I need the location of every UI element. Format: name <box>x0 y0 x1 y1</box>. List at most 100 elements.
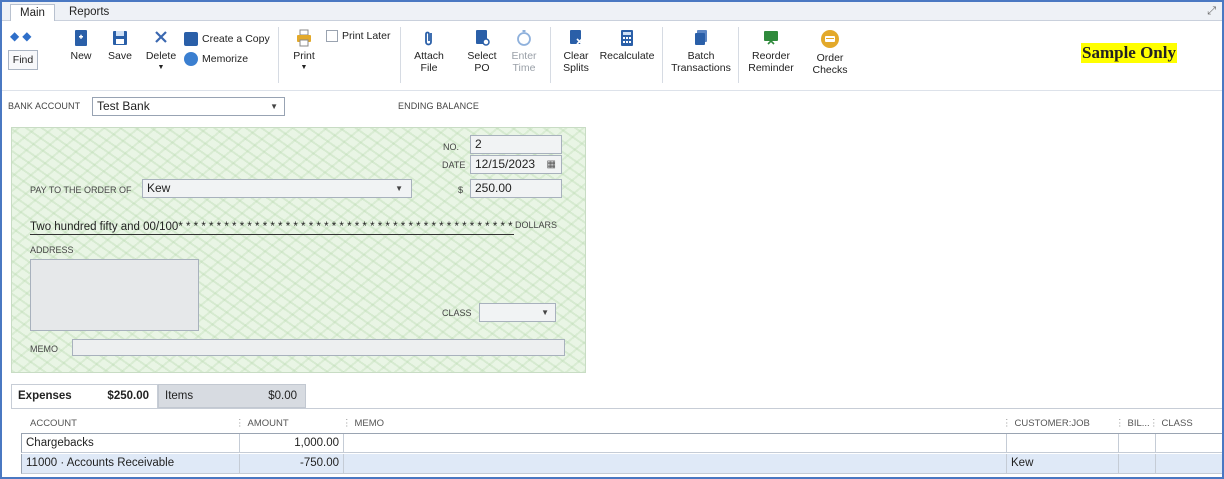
table-row[interactable]: Chargebacks 1,000.00 <box>21 433 1222 453</box>
new-document-icon <box>75 30 87 46</box>
tab-items[interactable]: Items $0.00 <box>158 384 306 408</box>
billable-cell[interactable] <box>1119 434 1156 453</box>
table-row[interactable]: 11000 · Accounts Receivable -750.00 Kew <box>21 454 1222 474</box>
amount-field[interactable]: 250.00 <box>470 179 562 198</box>
purchase-order-icon <box>476 30 490 46</box>
memorize-label: Memorize <box>202 53 249 65</box>
column-resize-handle-icon[interactable]: ⋮ <box>1115 418 1125 429</box>
enter-time-label-1: Enter <box>511 50 537 62</box>
clear-splits-button[interactable]: Clear Splits <box>560 29 592 74</box>
chevron-down-icon[interactable]: ▼ <box>270 98 278 115</box>
column-resize-handle-icon[interactable]: ⋮ <box>1002 418 1012 429</box>
customer-job-cell[interactable]: Kew <box>1007 454 1119 473</box>
reorder-checks-icon <box>764 31 778 45</box>
column-resize-handle-icon[interactable]: ⋮ <box>235 418 245 429</box>
select-po-button[interactable]: Select PO <box>466 29 498 74</box>
check-number-field[interactable]: 2 <box>470 135 562 154</box>
delete-dropdown-icon[interactable]: ▼ <box>144 62 178 74</box>
checkbox-icon[interactable] <box>326 30 338 42</box>
recalculate-label: Recalculate <box>599 50 655 62</box>
column-header-account[interactable]: ACCOUNT <box>30 418 77 429</box>
ending-balance-label: ENDING BALANCE <box>398 101 479 111</box>
expenses-grid: ACCOUNT ⋮ AMOUNT ⋮ MEMO ⋮ CUSTOMER:JOB ⋮ BIL… <box>11 408 1222 479</box>
calendar-icon[interactable]: ▦ <box>547 156 556 173</box>
tab-main[interactable]: Main <box>10 4 55 21</box>
recalculate-button[interactable]: Recalculate <box>598 29 656 62</box>
memorize-button[interactable]: Memorize <box>184 52 248 66</box>
column-resize-handle-icon[interactable]: ⋮ <box>342 418 352 429</box>
clear-splits-label-2: Splits <box>563 62 589 74</box>
create-copy-button[interactable]: Create a Copy <box>184 32 270 46</box>
date-field[interactable]: 12/15/2023 ▦ <box>470 155 562 174</box>
delete-button[interactable]: Delete ▼ <box>144 29 178 74</box>
save-button[interactable]: Save <box>106 29 134 62</box>
print-later-checkbox[interactable]: Print Later <box>326 30 390 42</box>
column-header-memo[interactable]: ⋮ MEMO <box>342 418 384 429</box>
new-button[interactable]: New <box>68 29 94 62</box>
enter-time-button[interactable]: Enter Time <box>508 29 540 74</box>
reorder-label-1: Reorder <box>752 50 790 62</box>
reorder-reminder-button[interactable]: Reorder Reminder <box>746 29 796 74</box>
column-header-billable[interactable]: ⋮ BIL... <box>1115 418 1150 429</box>
dollars-label: DOLLARS <box>515 220 558 230</box>
calculator-icon <box>621 30 633 46</box>
ribbon-tabs: Main Reports ⤢ <box>2 2 1222 21</box>
toolbar-separator <box>278 27 279 83</box>
find-button[interactable]: Find <box>8 50 38 70</box>
attach-file-button[interactable]: Attach File <box>412 29 446 74</box>
batch-label-2: Transactions <box>671 62 731 74</box>
column-header-amount[interactable]: ⋮ AMOUNT <box>235 418 289 429</box>
account-cell[interactable]: 11000 · Accounts Receivable <box>22 454 240 473</box>
class-cell[interactable] <box>1156 434 1223 453</box>
dollar-sign: $ <box>458 185 464 195</box>
print-button[interactable]: Print ▼ <box>290 29 318 74</box>
create-copy-label: Create a Copy <box>202 33 270 45</box>
chevron-down-icon[interactable]: ▼ <box>395 180 403 197</box>
memo-cell[interactable] <box>344 454 1007 473</box>
customer-job-cell[interactable] <box>1007 434 1119 453</box>
memo-cell[interactable] <box>344 434 1007 453</box>
payee-value: Kew <box>147 181 171 195</box>
toolbar-separator <box>662 27 663 83</box>
date-label: DATE <box>442 160 466 170</box>
class-cell[interactable] <box>1156 454 1223 473</box>
reorder-label-2: Reminder <box>748 62 794 74</box>
payee-select[interactable]: Kew ▼ <box>142 179 412 198</box>
class-label: CLASS <box>442 308 472 318</box>
write-checks-window: Main Reports ⤢ ◆◆ Find New Save Delete ▼… <box>0 0 1224 479</box>
expand-icon[interactable]: ⤢ <box>1207 5 1216 18</box>
amount-header-label: AMOUNT <box>247 418 289 429</box>
expenses-tab-amount: $250.00 <box>107 390 149 402</box>
date-value: 12/15/2023 <box>475 157 536 171</box>
order-checks-button[interactable]: Order Checks <box>808 29 852 76</box>
class-select[interactable]: ▼ <box>479 303 556 322</box>
amount-cell[interactable]: 1,000.00 <box>240 434 344 453</box>
bank-account-label: BANK ACCOUNT <box>8 101 81 111</box>
batch-transactions-button[interactable]: Batch Transactions <box>670 29 732 74</box>
column-header-customer-job[interactable]: ⋮ CUSTOMER:JOB <box>1002 418 1090 429</box>
toolbar-separator <box>738 27 739 83</box>
bank-account-select[interactable]: Test Bank ▼ <box>92 97 285 116</box>
column-header-class[interactable]: ⋮ CLASS <box>1149 418 1193 429</box>
memo-header-label: MEMO <box>354 418 385 429</box>
bank-account-value: Test Bank <box>97 99 150 113</box>
clear-splits-label-1: Clear <box>563 50 589 62</box>
billable-cell[interactable] <box>1119 454 1156 473</box>
toolbar: ◆◆ Find New Save Delete ▼ Create a Copy … <box>2 21 1222 91</box>
chevron-down-icon[interactable]: ▼ <box>541 304 549 321</box>
tab-expenses[interactable]: Expenses $250.00 <box>11 384 158 408</box>
memo-field[interactable] <box>72 339 565 356</box>
tab-reports[interactable]: Reports <box>60 4 118 21</box>
pay-to-label: PAY TO THE ORDER OF <box>30 185 132 195</box>
prev-next-arrows-icon[interactable]: ◆◆ <box>10 29 34 43</box>
enter-time-label-2: Time <box>512 62 536 74</box>
account-cell[interactable]: Chargebacks <box>22 434 240 453</box>
order-checks-label-1: Order <box>816 52 844 64</box>
column-resize-handle-icon[interactable]: ⋮ <box>1149 418 1159 429</box>
address-field[interactable] <box>30 259 199 331</box>
items-tab-label: Items <box>165 390 194 402</box>
print-dropdown-icon[interactable]: ▼ <box>290 62 318 74</box>
order-checks-icon <box>821 30 839 48</box>
amount-cell[interactable]: -750.00 <box>240 454 344 473</box>
attach-label-1: Attach <box>414 50 444 62</box>
